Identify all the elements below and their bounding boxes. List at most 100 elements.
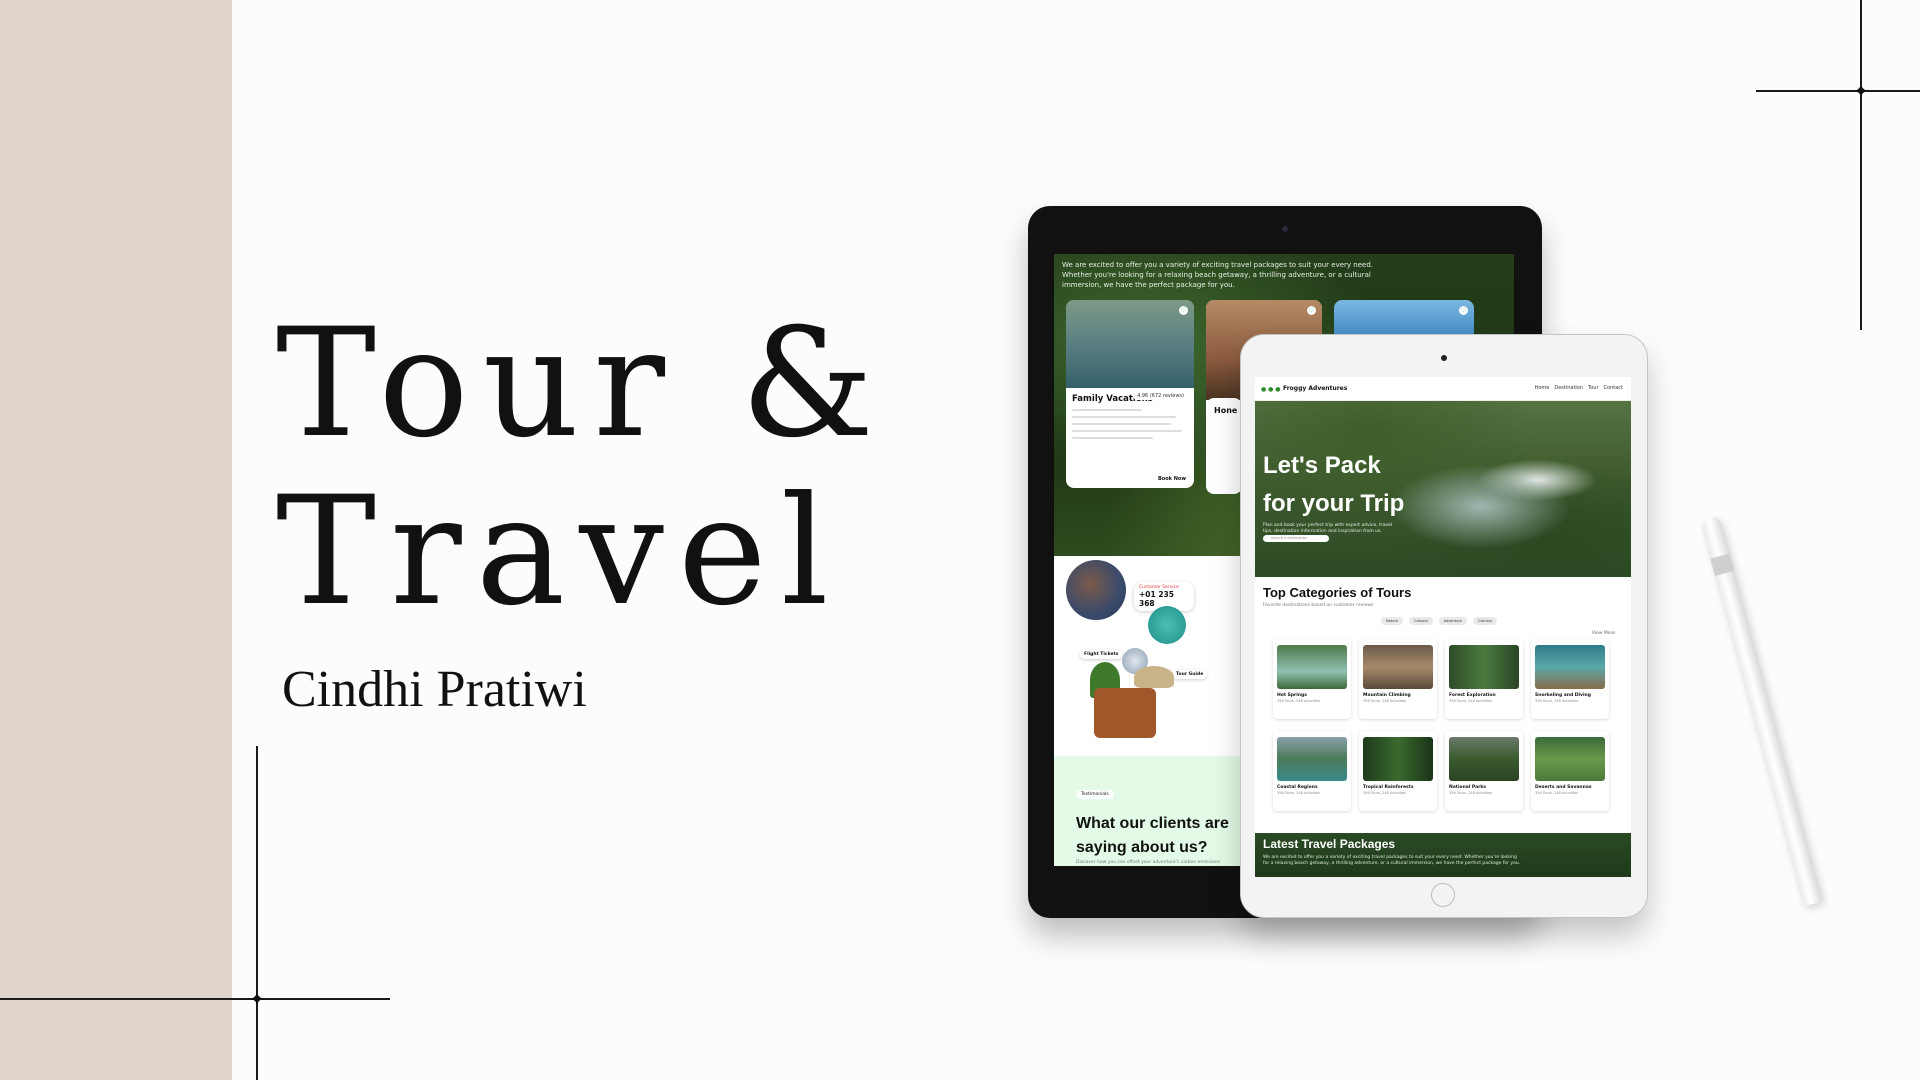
heart-icon[interactable]: ♡: [1179, 306, 1188, 315]
top-navbar: ● ● ● Froggy Adventures Home Destination…: [1255, 377, 1631, 401]
latest-packages-section: Latest Travel Packages We are excited to…: [1255, 833, 1631, 877]
travelers-photo: [1066, 560, 1126, 620]
category-image: [1277, 737, 1347, 781]
category-count: 356 Tours, 248 Activities: [1363, 791, 1406, 795]
title-line-1: Tour &: [276, 297, 889, 471]
category-card[interactable]: National Parks 356 Tours, 248 Activities: [1445, 731, 1523, 811]
category-image: [1449, 737, 1519, 781]
hat-illustration: [1134, 666, 1174, 688]
text-placeholder-line: [1072, 416, 1177, 418]
filter-adventure[interactable]: Adventure: [1438, 617, 1467, 625]
author-name: Cindhi Pratiwi: [282, 661, 587, 718]
frog-logo-icon: ● ● ●: [1261, 386, 1281, 393]
category-card[interactable]: Mountain Climbing 356 Tours, 248 Activit…: [1359, 639, 1437, 719]
sparkle-icon: ✦: [248, 987, 266, 1011]
category-name: National Parks: [1449, 785, 1487, 790]
camera-dot: [1441, 355, 1447, 361]
category-image: [1277, 645, 1347, 689]
category-filters: Nature Cultural Adventure Culinary: [1381, 617, 1498, 625]
tour-guide-label: Tour Guide: [1172, 670, 1208, 679]
search-input[interactable]: Search a destination: [1263, 535, 1329, 542]
camera-dot: [1282, 226, 1288, 232]
brand-name[interactable]: Froggy Adventures: [1283, 385, 1347, 392]
category-name: Coastal Regions: [1277, 785, 1318, 790]
category-count: 356 Tours, 248 Activities: [1363, 699, 1406, 703]
category-image: [1535, 645, 1605, 689]
hero-subtitle: Plan and book your perfect trip with exp…: [1263, 523, 1393, 534]
category-image: [1363, 645, 1433, 689]
book-now-button[interactable]: Book Now: [1158, 476, 1186, 482]
category-card[interactable]: Forest Exploration 356 Tours, 248 Activi…: [1445, 639, 1523, 719]
category-name: Tropical Rainforests: [1363, 785, 1414, 790]
tablet-front-mockup: ● ● ● Froggy Adventures Home Destination…: [1240, 334, 1648, 918]
category-card[interactable]: Hot Springs 356 Tours, 248 Activities: [1273, 639, 1351, 719]
category-grid: Hot Springs 356 Tours, 248 Activities Mo…: [1273, 639, 1613, 811]
category-count: 356 Tours, 248 Activities: [1535, 699, 1578, 703]
tour-card-family[interactable]: ♡ 4.96 (672 reviews) Family Vacations Bo…: [1066, 300, 1194, 488]
text-placeholder-line: [1072, 437, 1154, 439]
text-placeholder-line: [1072, 423, 1171, 425]
category-count: 356 Tours, 248 Activities: [1277, 791, 1320, 795]
rating-badge: 4.96 (672 reviews): [1133, 392, 1188, 400]
intro-text: We are excited to offer you a variety of…: [1062, 261, 1374, 289]
decor-line-bottom-left-vertical: [256, 746, 258, 1080]
decor-line-bottom-left-horizontal: [0, 998, 390, 1000]
home-button: [1431, 883, 1455, 907]
category-image: [1449, 645, 1519, 689]
services-collage: Customer Service +01 235 368 Flight Tick…: [1054, 556, 1254, 756]
category-card[interactable]: Snorkeling and Diving 356 Tours, 248 Act…: [1531, 639, 1609, 719]
text-placeholder-line: [1072, 409, 1142, 411]
testimonials-tag: Testimonials: [1076, 790, 1114, 799]
decor-line-top-right-vertical: [1860, 0, 1862, 330]
category-count: 356 Tours, 248 Activities: [1449, 791, 1492, 795]
category-name: Mountain Climbing: [1363, 693, 1411, 698]
latest-packages-subtitle: We are excited to offer you a variety of…: [1263, 855, 1521, 866]
nav-destination[interactable]: Destination: [1554, 385, 1583, 391]
view-more-link[interactable]: View More: [1592, 631, 1615, 636]
sparkle-icon: ✦: [1852, 79, 1870, 103]
card-image: [1066, 300, 1194, 388]
slide-title: Tour & Travel: [276, 300, 888, 636]
hero-waterfall: Let's Pack for your Trip Plan and book y…: [1255, 401, 1631, 577]
decor-line-top-right-horizontal: [1756, 90, 1920, 92]
text-placeholder-line: [1072, 430, 1183, 432]
category-name: Forest Exploration: [1449, 693, 1496, 698]
side-color-band: [0, 0, 232, 1080]
category-name: Hot Springs: [1277, 693, 1307, 698]
hero-title-line-2: for your Trip: [1263, 490, 1405, 517]
nav-tour[interactable]: Tour: [1588, 385, 1599, 391]
stylus-pencil: [1700, 514, 1823, 907]
category-card[interactable]: Coastal Regions 356 Tours, 248 Activitie…: [1273, 731, 1351, 811]
card-title: Hone: [1214, 406, 1238, 415]
categories-subtitle: Favorite destinations based on customer …: [1263, 603, 1374, 608]
beach-photo: [1148, 606, 1186, 644]
category-name: Deserts and Savannas: [1535, 785, 1592, 790]
category-count: 356 Tours, 248 Activities: [1535, 791, 1578, 795]
hero-title-line-1: Let's Pack: [1263, 452, 1381, 479]
category-card[interactable]: Tropical Rainforests 356 Tours, 248 Acti…: [1359, 731, 1437, 811]
flight-tickets-label: Flight Tickets: [1080, 650, 1123, 659]
category-count: 356 Tours, 248 Activities: [1449, 699, 1492, 703]
nav-contact[interactable]: Contact: [1604, 385, 1623, 391]
category-name: Snorkeling and Diving: [1535, 693, 1591, 698]
categories-title: Top Categories of Tours: [1263, 585, 1412, 600]
nav-home[interactable]: Home: [1535, 385, 1550, 391]
category-image: [1363, 737, 1433, 781]
heart-icon[interactable]: ♡: [1307, 306, 1316, 315]
suitcase-illustration: [1094, 688, 1156, 738]
pencil-band: [1710, 553, 1735, 577]
heart-icon[interactable]: ♡: [1459, 306, 1468, 315]
testimonials-subtitle: Discover how you can offset your adventu…: [1076, 860, 1220, 865]
hero-title: Let's Pack for your Trip: [1263, 447, 1404, 523]
filter-culinary[interactable]: Culinary: [1472, 617, 1498, 625]
filter-cultural[interactable]: Cultural: [1408, 617, 1433, 625]
tour-card-2-body: Hone: [1206, 398, 1242, 494]
nav-links: Home Destination Tour Contact: [1535, 385, 1623, 391]
category-image: [1535, 737, 1605, 781]
latest-packages-title: Latest Travel Packages: [1263, 837, 1396, 851]
tablet-front-screen: ● ● ● Froggy Adventures Home Destination…: [1255, 377, 1631, 877]
title-line-2: Travel: [276, 465, 843, 639]
category-count: 356 Tours, 248 Activities: [1277, 699, 1320, 703]
filter-nature[interactable]: Nature: [1381, 617, 1403, 625]
category-card[interactable]: Deserts and Savannas 356 Tours, 248 Acti…: [1531, 731, 1609, 811]
